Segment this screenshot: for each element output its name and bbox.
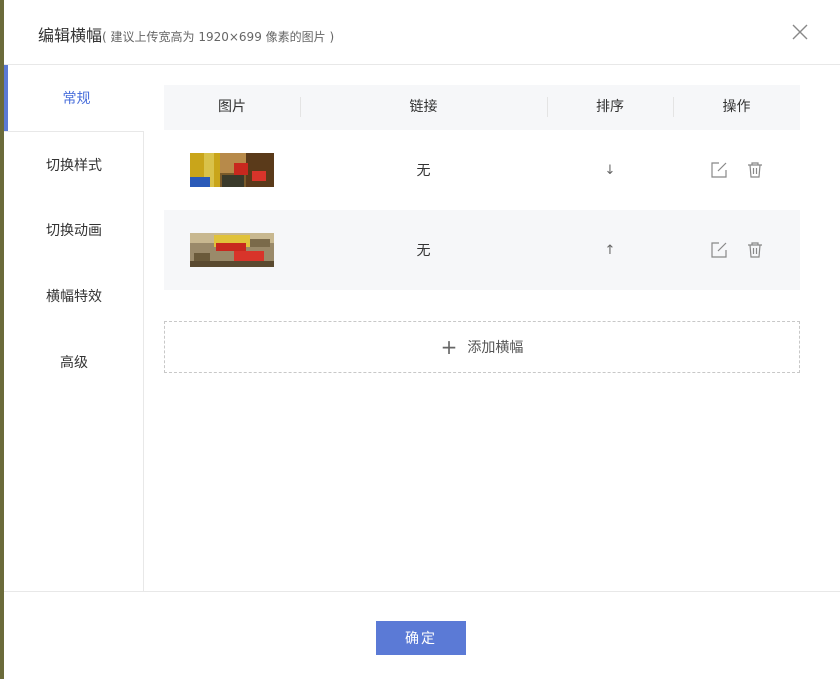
- sidebar-item-label: 切换样式: [46, 157, 102, 174]
- sidebar-item-label: 高级: [60, 355, 88, 371]
- sidebar-item-switch-style[interactable]: 切换样式: [4, 131, 144, 197]
- column-header-image: 图片: [218, 99, 246, 115]
- banner-table-area: 图片 链接 排序 操作 无 ↓ 无 ↑ + 添加横幅: [164, 85, 800, 373]
- dialog-header: 编辑横幅( 建议上传宽高为 1920×699 像素的图片 ): [4, 0, 840, 65]
- close-icon[interactable]: [790, 22, 810, 42]
- add-banner-label: 添加横幅: [467, 340, 524, 356]
- dialog-title-hint: ( 建议上传宽高为 1920×699 像素的图片 ): [102, 30, 335, 44]
- add-banner-button[interactable]: + 添加横幅: [164, 321, 800, 373]
- edit-icon[interactable]: [710, 161, 728, 179]
- sidebar-item-switch-animation[interactable]: 切换动画: [4, 197, 144, 263]
- sidebar-item-banner-effects[interactable]: 横幅特效: [4, 263, 144, 329]
- trash-icon[interactable]: [746, 161, 764, 179]
- plus-icon: +: [440, 335, 458, 359]
- sidebar-item-advanced[interactable]: 高级: [4, 329, 144, 395]
- dialog-title-text: 编辑横幅: [38, 26, 103, 45]
- row-link-value: 无: [416, 163, 431, 179]
- dialog-title: 编辑横幅( 建议上传宽高为 1920×699 像素的图片 ): [38, 22, 334, 46]
- table-row: 无 ↓: [164, 130, 800, 210]
- dialog-footer: 确定: [4, 591, 840, 679]
- table-row: 无 ↑: [164, 210, 800, 290]
- trash-icon[interactable]: [746, 241, 764, 259]
- confirm-button[interactable]: 确定: [376, 621, 466, 655]
- move-down-arrow-icon[interactable]: ↓: [605, 163, 616, 178]
- sidebar-item-label: 常规: [62, 91, 91, 107]
- banner-thumbnail[interactable]: [190, 153, 274, 187]
- column-header-sort: 排序: [547, 85, 673, 130]
- sidebar: 常规 切换样式 切换动画 横幅特效 高级: [4, 65, 145, 591]
- edit-icon[interactable]: [710, 241, 728, 259]
- row-link-value: 无: [416, 243, 431, 259]
- table-header: 图片 链接 排序 操作: [164, 85, 800, 130]
- sidebar-item-label: 横幅特效: [46, 289, 102, 305]
- edit-banner-dialog: 编辑横幅( 建议上传宽高为 1920×699 像素的图片 ) 常规 切换样式 切…: [4, 0, 840, 679]
- column-header-link: 链接: [300, 85, 547, 130]
- sidebar-item-label: 切换动画: [46, 223, 102, 239]
- column-header-actions: 操作: [673, 85, 800, 130]
- sidebar-item-general[interactable]: 常规: [4, 65, 145, 131]
- banner-thumbnail[interactable]: [190, 233, 274, 267]
- move-up-arrow-icon[interactable]: ↑: [605, 243, 616, 258]
